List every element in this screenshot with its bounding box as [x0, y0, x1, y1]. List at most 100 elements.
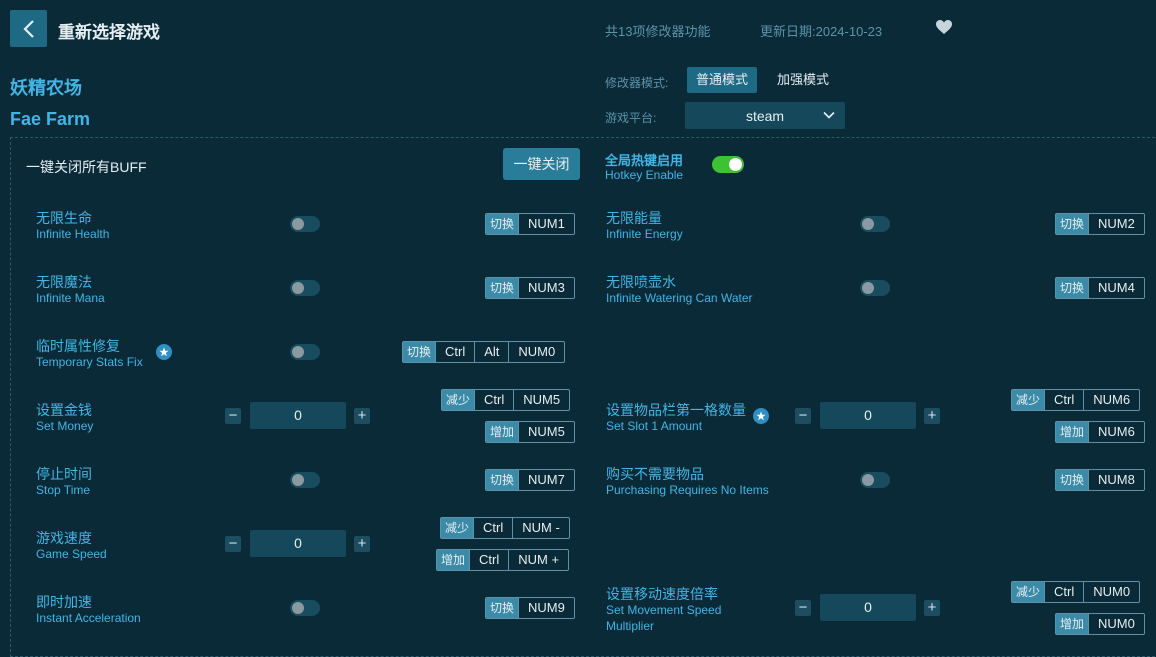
decrease-action-label: 减少	[441, 518, 474, 538]
feature-label-cn: 停止时间	[36, 466, 92, 482]
set-slot-increase-hotkey[interactable]: 增加 NUM6	[1055, 421, 1145, 443]
temporary-stats-fix-toggle[interactable]	[290, 344, 320, 360]
stop-time-toggle[interactable]	[290, 472, 320, 488]
hotkey-enable-toggle[interactable]	[712, 156, 744, 173]
platform-select[interactable]: steam	[685, 102, 845, 129]
hotkey-enable-label-cn: 全局热键启用	[605, 153, 684, 168]
set-money-input[interactable]	[250, 402, 346, 429]
hotkey-key: NUM5	[518, 422, 574, 442]
game-name-cn: 妖精农场	[10, 78, 82, 98]
movement-speed-increase-hotkey[interactable]: 增加 NUM0	[1055, 613, 1145, 635]
hotkey-key: Ctrl	[435, 342, 474, 362]
feature-label-en: Set Movement Speed	[606, 603, 722, 617]
feature-label-cn: 临时属性修复	[36, 338, 120, 354]
instant-acceleration-hotkey[interactable]: 切换 NUM9	[485, 597, 575, 619]
toggle-action-label: 切换	[486, 470, 519, 490]
infinite-energy-hotkey[interactable]: 切换 NUM2	[1055, 213, 1145, 235]
increment-button[interactable]: +	[924, 600, 940, 616]
star-icon	[156, 344, 172, 360]
decrease-action-label: 减少	[1012, 390, 1045, 410]
normal-mode-button[interactable]: 普通模式	[687, 67, 758, 93]
decrease-action-label: 减少	[442, 390, 475, 410]
feature-label-cn: 设置金钱	[36, 402, 92, 418]
feature-label-cn: 无限生命	[36, 210, 92, 226]
increase-action-label: 增加	[1056, 614, 1089, 634]
infinite-watering-hotkey[interactable]: 切换 NUM4	[1055, 277, 1145, 299]
infinite-energy-toggle[interactable]	[860, 216, 890, 232]
chevron-left-icon	[22, 19, 34, 38]
back-button[interactable]	[10, 10, 47, 47]
feature-label-en: Instant Acceleration	[36, 611, 141, 625]
decrease-action-label: 减少	[1012, 582, 1045, 602]
infinite-health-hotkey[interactable]: 切换 NUM1	[485, 213, 575, 235]
stop-time-hotkey[interactable]: 切换 NUM7	[485, 469, 575, 491]
decrement-button[interactable]: −	[225, 408, 241, 424]
feature-label-en: Set Slot 1 Amount	[606, 419, 703, 433]
platform-label: 游戏平台:	[605, 111, 657, 125]
game-speed-increase-hotkey[interactable]: 增加 Ctrl NUM +	[436, 549, 570, 571]
hotkey-key: NUM +	[508, 550, 568, 570]
infinite-mana-hotkey[interactable]: 切换 NUM3	[485, 277, 575, 299]
feature-label-cn: 设置物品栏第一格数量	[606, 402, 746, 418]
set-slot-amount-input[interactable]	[820, 402, 916, 429]
infinite-health-toggle[interactable]	[290, 216, 320, 232]
update-date: 更新日期:2024-10-23	[760, 24, 883, 39]
feature-label-cn: 设置移动速度倍率	[606, 586, 718, 602]
decrement-button[interactable]: −	[225, 536, 241, 552]
hotkey-key: NUM5	[513, 390, 569, 410]
feature-label-cn: 即时加速	[36, 594, 92, 610]
enhanced-mode-button[interactable]: 加强模式	[768, 67, 838, 93]
heart-icon[interactable]	[935, 19, 955, 37]
feature-label-en: Stop Time	[36, 483, 91, 497]
temporary-stats-fix-hotkey[interactable]: 切换 Ctrl Alt NUM0	[402, 341, 566, 363]
hotkey-key: NUM7	[518, 470, 574, 490]
hotkey-key: NUM0	[1088, 614, 1144, 634]
hotkey-key: NUM8	[1088, 470, 1144, 490]
increment-button[interactable]: +	[354, 536, 370, 552]
instant-acceleration-toggle[interactable]	[290, 600, 320, 616]
hotkey-key: NUM2	[1088, 214, 1144, 234]
hotkey-key: NUM0	[508, 342, 564, 362]
game-speed-input[interactable]	[250, 530, 346, 557]
hotkey-key: Ctrl	[1044, 582, 1083, 602]
infinite-mana-toggle[interactable]	[290, 280, 320, 296]
no-items-purchase-hotkey[interactable]: 切换 NUM8	[1055, 469, 1145, 491]
feature-count: 共13项修改器功能	[605, 24, 711, 39]
feature-label-en: Infinite Mana	[36, 291, 105, 305]
increment-button[interactable]: +	[924, 408, 940, 424]
feature-label-cn: 游戏速度	[36, 530, 92, 546]
toggle-action-label: 切换	[1056, 214, 1089, 234]
movement-speed-decrease-hotkey[interactable]: 减少 Ctrl NUM0	[1011, 581, 1141, 603]
hotkey-key: NUM -	[512, 518, 569, 538]
mode-label: 修改器模式:	[605, 76, 669, 90]
feature-label-cn: 无限魔法	[36, 274, 92, 290]
hotkey-key: NUM9	[518, 598, 574, 618]
hotkey-enable-label-en: Hotkey Enable	[605, 168, 684, 182]
feature-label-en: Purchasing Requires No Items	[606, 483, 769, 497]
decrement-button[interactable]: −	[795, 408, 811, 424]
increment-button[interactable]: +	[354, 408, 370, 424]
increase-action-label: 增加	[486, 422, 519, 442]
hotkey-key: Ctrl	[469, 550, 508, 570]
increase-action-label: 增加	[1056, 422, 1089, 442]
game-speed-decrease-hotkey[interactable]: 减少 Ctrl NUM -	[440, 517, 570, 539]
infinite-watering-toggle[interactable]	[860, 280, 890, 296]
movement-speed-input[interactable]	[820, 594, 916, 621]
close-all-buff-button[interactable]: 一键关闭	[503, 148, 580, 180]
increase-action-label: 增加	[437, 550, 470, 570]
feature-label-en: Multiplier	[606, 619, 655, 633]
hotkey-key: Ctrl	[1044, 390, 1083, 410]
chevron-down-icon	[823, 111, 835, 119]
toggle-action-label: 切换	[1056, 278, 1089, 298]
hotkey-key: NUM6	[1088, 422, 1144, 442]
feature-label-cn: 无限能量	[606, 210, 662, 226]
set-money-increase-hotkey[interactable]: 增加 NUM5	[485, 421, 575, 443]
decrement-button[interactable]: −	[795, 600, 811, 616]
no-items-purchase-toggle[interactable]	[860, 472, 890, 488]
set-slot-decrease-hotkey[interactable]: 减少 Ctrl NUM6	[1011, 389, 1141, 411]
hotkey-key: NUM6	[1083, 390, 1139, 410]
set-money-decrease-hotkey[interactable]: 减少 Ctrl NUM5	[441, 389, 571, 411]
toggle-action-label: 切换	[486, 598, 519, 618]
toggle-action-label: 切换	[486, 214, 519, 234]
hotkey-key: Ctrl	[473, 518, 512, 538]
